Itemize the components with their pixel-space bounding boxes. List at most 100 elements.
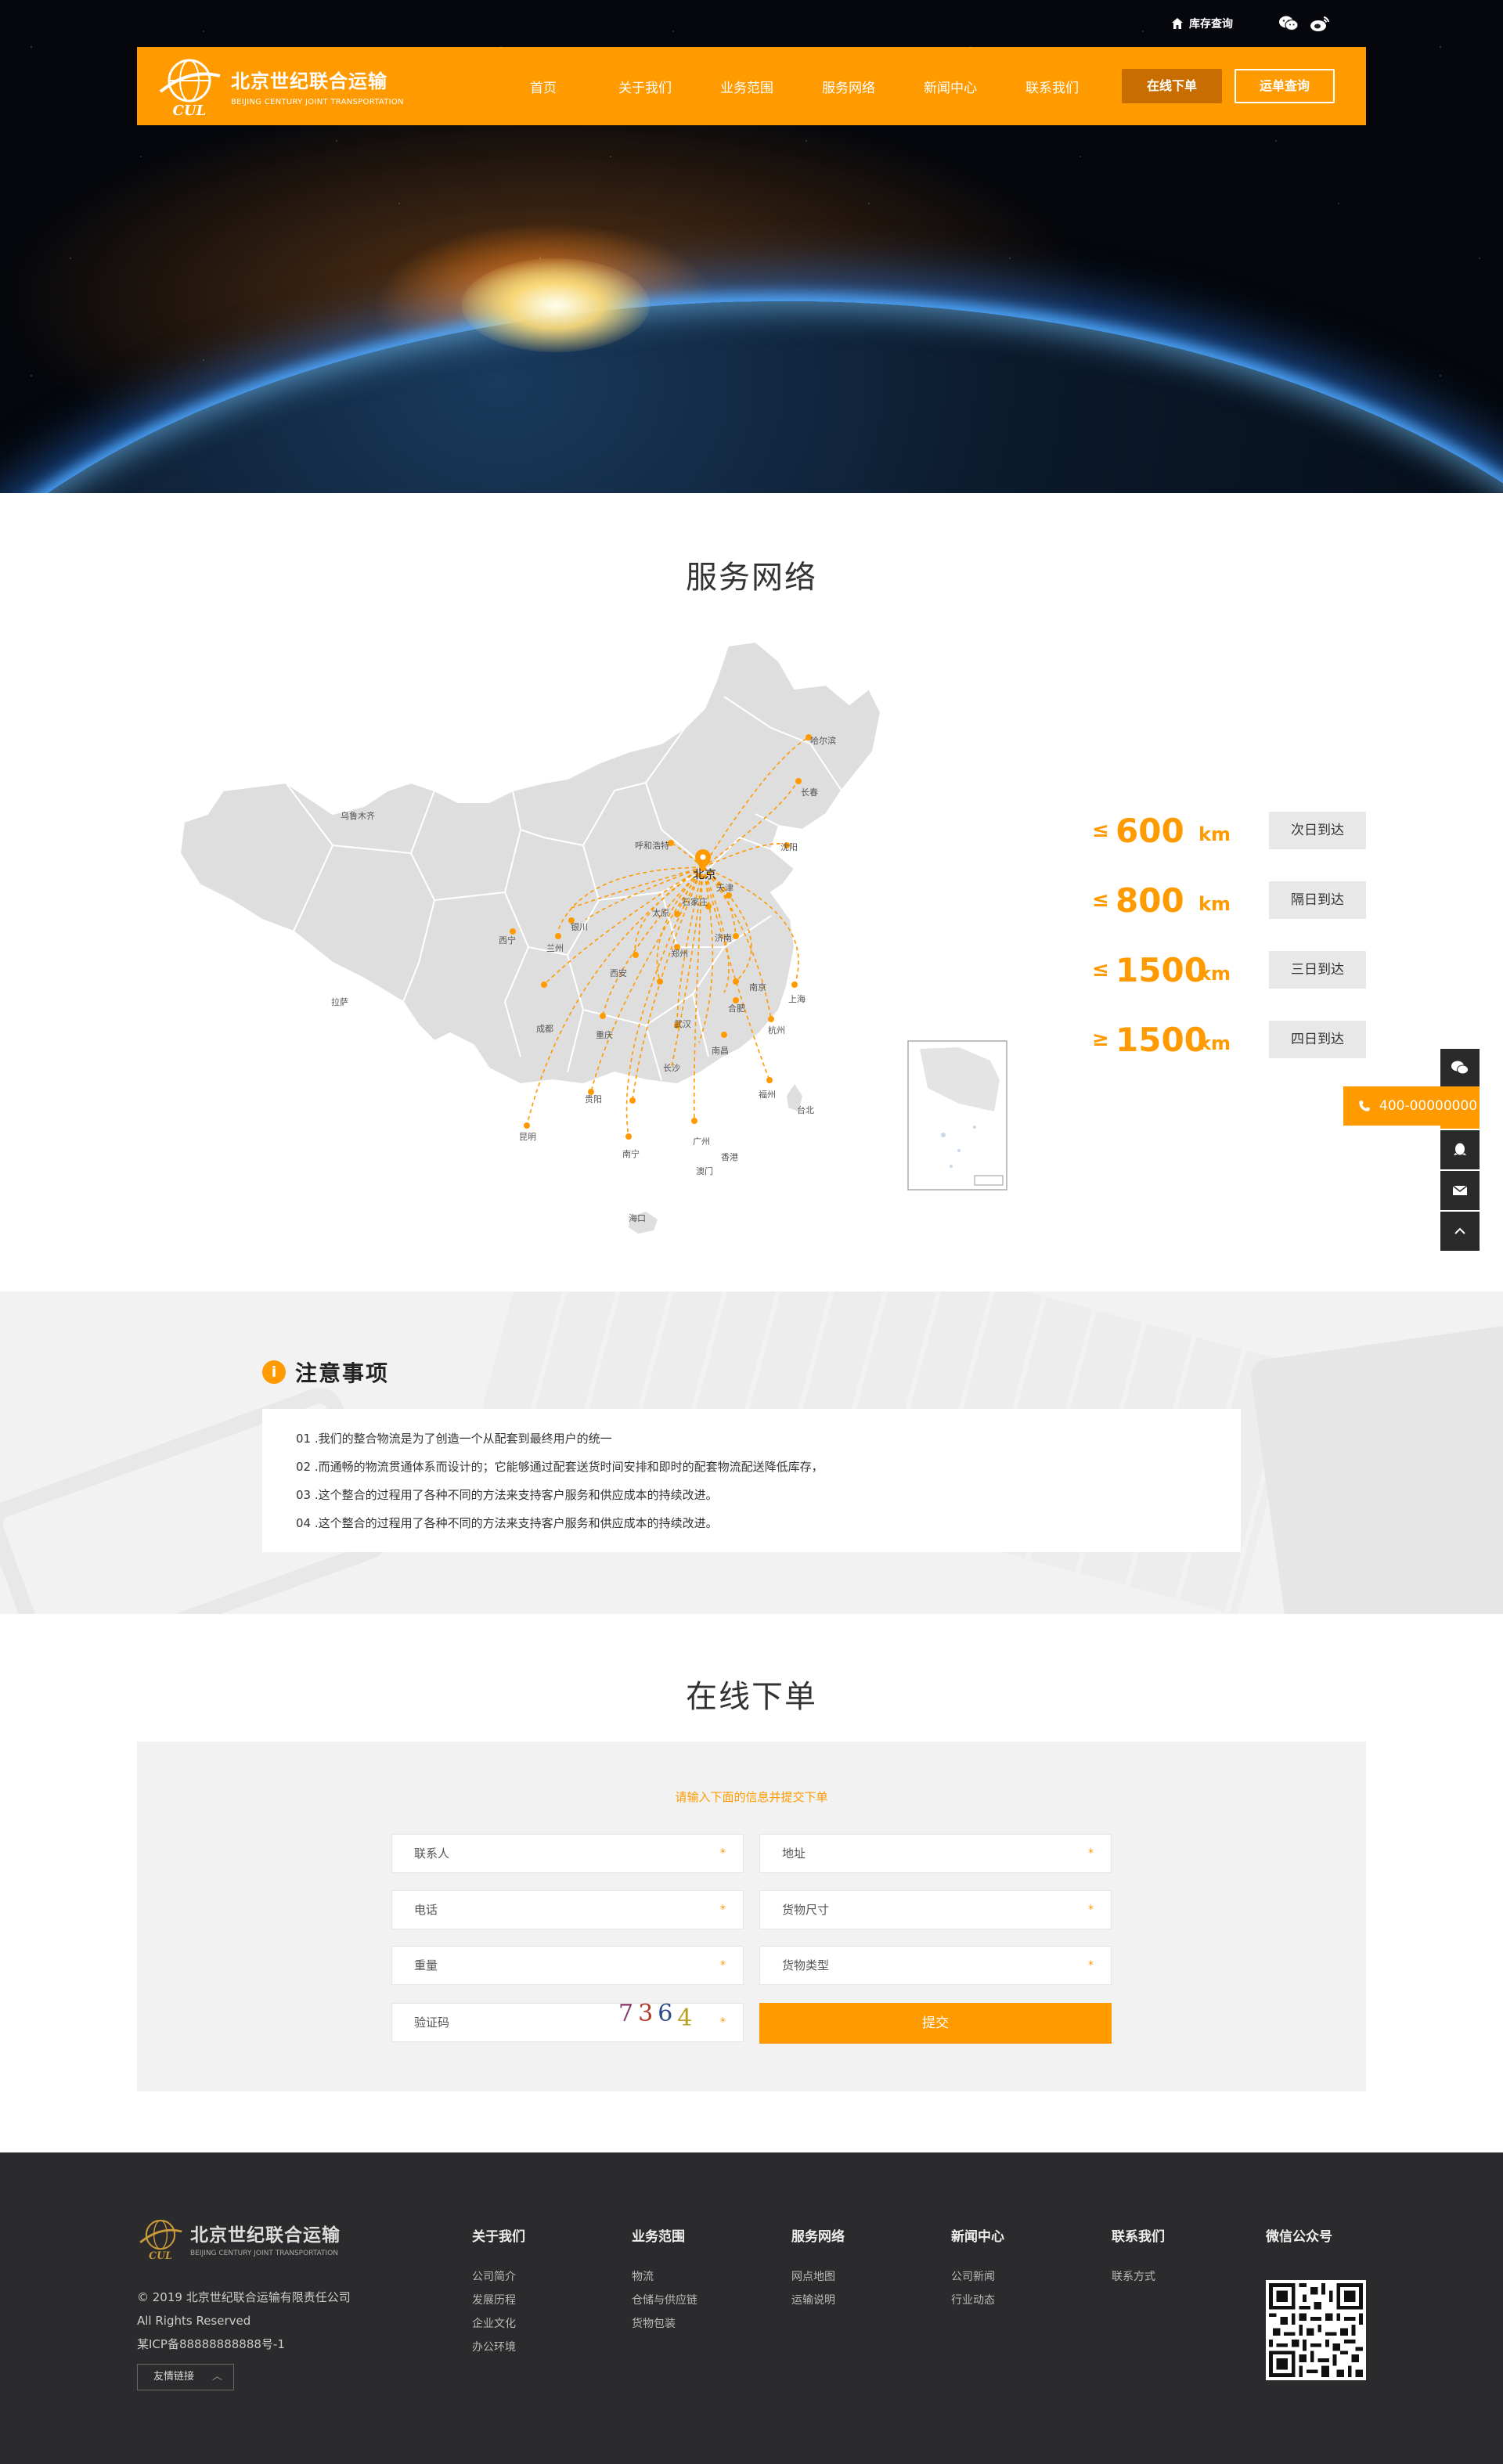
weibo-icon[interactable] (1310, 15, 1330, 32)
svg-text:CUL: CUL (173, 103, 207, 119)
submit-button[interactable]: 提交 (759, 2003, 1112, 2044)
svg-text:福州: 福州 (759, 1089, 776, 1100)
phone-popout[interactable]: 400-00000000 (1343, 1086, 1480, 1126)
tier-distance: 1500 (1116, 950, 1207, 989)
svg-text:石家庄: 石家庄 (682, 896, 708, 907)
weight-input[interactable]: 重量 * (391, 1946, 744, 1985)
tier-row: ≤ 1500 km 三日到达 (1092, 949, 1366, 990)
nav-item-news[interactable]: 新闻中心 (899, 77, 1001, 96)
svg-text:呼和浩特: 呼和浩特 (635, 840, 669, 851)
footer-link[interactable]: 发展历程 (472, 2289, 525, 2312)
contact-input[interactable]: 联系人 * (391, 1834, 744, 1873)
footer-link[interactable]: 货物包装 (632, 2312, 697, 2336)
waybill-tracking-button[interactable]: 运单查询 (1234, 69, 1335, 103)
cargo-type-input[interactable]: 货物类型 * (759, 1946, 1112, 1985)
svg-text:长春: 长春 (801, 787, 818, 798)
footer-link[interactable]: 网点地图 (791, 2265, 845, 2289)
notice-list: 01 .我们的整合物流是为了创造一个从配套到最终用户的统一 02 .而通畅的物流… (262, 1409, 1241, 1552)
footer-link[interactable]: 物流 (632, 2265, 697, 2289)
footer-link[interactable]: 公司简介 (472, 2265, 525, 2289)
home-icon (1172, 18, 1183, 29)
nav-menu: 首页 关于我们 业务范围 服务网络 新闻中心 联系我们 (492, 77, 1103, 96)
phone-number: 400-00000000 (1379, 1098, 1478, 1114)
footer-col-news: 新闻中心 公司新闻 行业动态 (951, 2225, 1004, 2312)
footer-link[interactable]: 办公环境 (472, 2336, 525, 2359)
order-form-hint: 请输入下面的信息并提交下单 (675, 1790, 828, 1804)
inventory-link[interactable]: 库存查询 (1170, 16, 1233, 31)
svg-text:杭州: 杭州 (768, 1025, 785, 1036)
side-float-toolbar (1440, 1049, 1480, 1252)
tier-distance: 1500 (1116, 1020, 1207, 1059)
online-order-button[interactable]: 在线下单 (1122, 69, 1222, 103)
svg-text:太原: 太原 (652, 908, 669, 918)
mail-icon (1452, 1185, 1468, 1195)
network-section-title: 服务网络 (686, 560, 817, 596)
wechat-icon[interactable] (1278, 15, 1299, 32)
nav-item-business[interactable]: 业务范围 (696, 77, 798, 96)
footer-brand-cn: 北京世纪联合运输 (190, 2225, 341, 2246)
brand-name-en: BEIJING CENTURY JOINT TRANSPORTATION (231, 98, 404, 106)
svg-text:澳门: 澳门 (696, 1165, 713, 1176)
copyright: © 2019 北京世纪联合运输有限责任公司 All Rights Reserve… (137, 2290, 351, 2351)
svg-text:天津: 天津 (716, 883, 733, 893)
svg-text:济南: 济南 (715, 932, 732, 943)
chevron-up-icon (1454, 1227, 1465, 1234)
svg-text:沈阳: 沈阳 (780, 841, 798, 852)
svg-text:西宁: 西宁 (499, 935, 516, 946)
notice-item: 02 .而通畅的物流贯通体系而设计的；它能够通过配套送货时间安排和即时的配套物流… (296, 1460, 824, 1474)
friend-links-dropdown[interactable]: 友情链接 ︿ (137, 2364, 234, 2390)
footer-link[interactable]: 仓储与供应链 (632, 2289, 697, 2312)
svg-text:广州: 广州 (693, 1137, 710, 1147)
delivery-tiers: ≤ 600 km 次日到达 ≤ 800 km 隔日到达 ≤ 1500 km 三日… (1092, 810, 1366, 1089)
svg-text:郑州: 郑州 (671, 948, 688, 959)
brand-logo[interactable]: CUL 北京世纪联合运输 BEIJING CENTURY JOINT TRANS… (156, 52, 492, 120)
main-navbar: CUL 北京世纪联合运输 BEIJING CENTURY JOINT TRANS… (137, 47, 1366, 125)
sunrise-glow (462, 258, 650, 352)
qq-icon (1454, 1143, 1466, 1155)
footer-col-wechat: 微信公众号 (1266, 2229, 1332, 2245)
footer-link[interactable]: 公司新闻 (951, 2265, 1004, 2289)
svg-text:香港: 香港 (721, 1152, 738, 1162)
float-wechat-button[interactable] (1440, 1049, 1480, 1088)
footer-col-business: 业务范围 物流 仓储与供应链 货物包装 (632, 2225, 697, 2336)
nav-item-network[interactable]: 服务网络 (798, 77, 899, 96)
float-backtop-button[interactable] (1440, 1212, 1480, 1251)
footer-link[interactable]: 联系方式 (1112, 2265, 1165, 2289)
tier-distance: 800 (1116, 881, 1184, 920)
svg-text:拉萨: 拉萨 (331, 996, 348, 1007)
inventory-label: 库存查询 (1189, 18, 1233, 31)
nav-item-home[interactable]: 首页 (492, 77, 594, 96)
tier-label: 隔日到达 (1269, 881, 1366, 919)
float-mail-button[interactable] (1440, 1171, 1480, 1210)
nav-item-about[interactable]: 关于我们 (594, 77, 696, 96)
china-map-shape (178, 640, 882, 1086)
svg-text:南昌: 南昌 (712, 1046, 729, 1056)
footer-link[interactable]: 行业动态 (951, 2289, 1004, 2312)
tier-distance: 600 (1116, 811, 1184, 850)
tier-label: 三日到达 (1269, 951, 1366, 989)
nav-item-contact[interactable]: 联系我们 (1001, 77, 1103, 96)
float-qq-button[interactable] (1440, 1130, 1480, 1169)
svg-text:乌鲁木齐: 乌鲁木齐 (341, 810, 375, 821)
address-input[interactable]: 地址 * (759, 1834, 1112, 1873)
phone-icon (1359, 1101, 1370, 1111)
footer-logo[interactable]: CUL 北京世纪联合运输 BEIJING CENTURY JOINT TRANS… (137, 2215, 341, 2262)
site-footer: CUL 北京世纪联合运输 BEIJING CENTURY JOINT TRANS… (0, 2152, 1503, 2464)
footer-link[interactable]: 企业文化 (472, 2312, 525, 2336)
tier-row: ≥ 1500 km 四日到达 (1092, 1019, 1366, 1060)
globe-logo-icon: CUL (139, 2219, 182, 2261)
phone-input[interactable]: 电话 * (391, 1890, 744, 1929)
svg-text:上海: 上海 (788, 993, 806, 1004)
captcha-image[interactable]: 7364 (618, 2000, 697, 2032)
footer-link[interactable]: 运输说明 (791, 2289, 845, 2312)
svg-text:台北: 台北 (797, 1104, 814, 1115)
svg-text:北京: 北京 (693, 868, 716, 881)
notice-title: 注意事项 (295, 1360, 390, 1386)
svg-text:CUL: CUL (149, 2250, 172, 2261)
svg-text:西安: 西安 (610, 967, 627, 978)
svg-text:银川: 银川 (571, 921, 588, 932)
cargo-size-input[interactable]: 货物尺寸 * (759, 1890, 1112, 1929)
top-utility-bar: 库存查询 (1170, 11, 1366, 36)
footer-col-contact: 联系我们 联系方式 (1112, 2225, 1165, 2289)
notice-item: 01 .我们的整合物流是为了创造一个从配套到最终用户的统一 (296, 1432, 612, 1446)
